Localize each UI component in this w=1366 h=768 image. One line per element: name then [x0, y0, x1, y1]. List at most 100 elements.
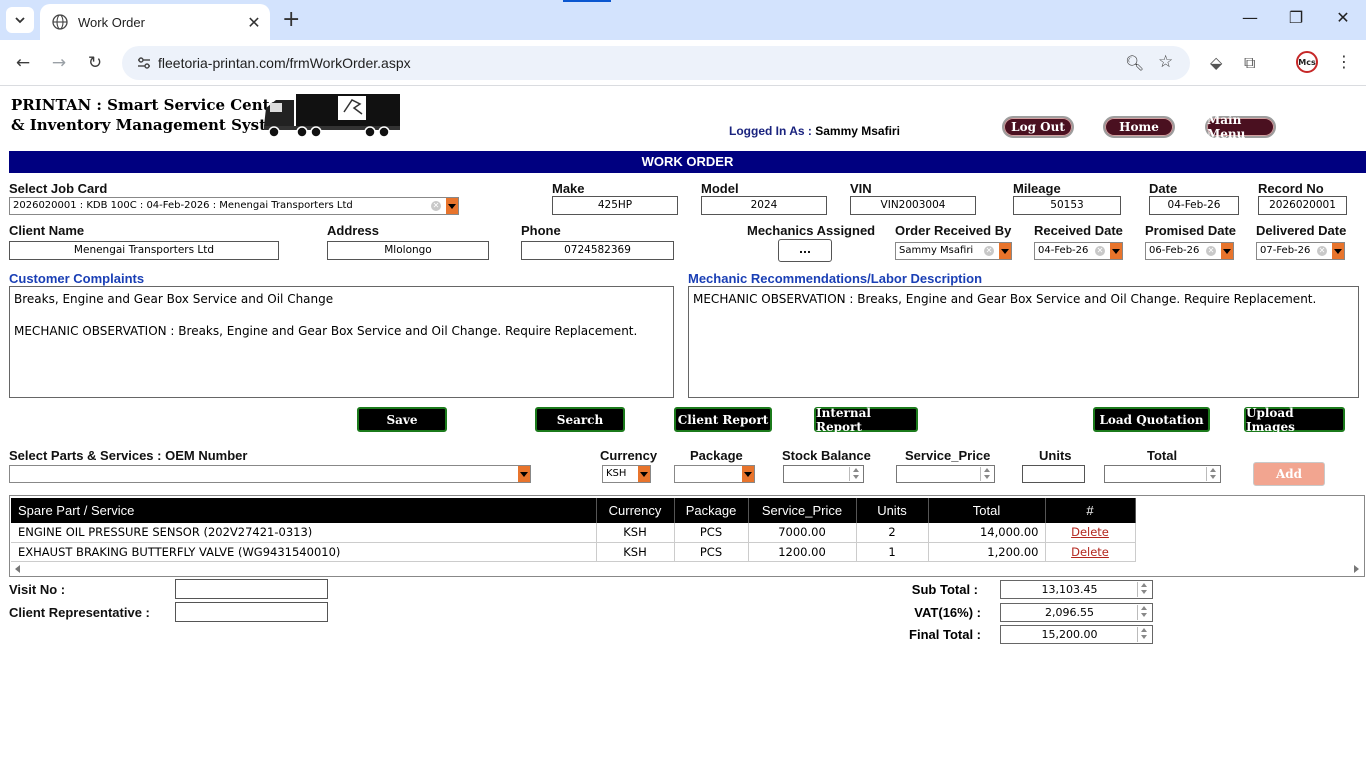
- clear-icon[interactable]: ✕: [1206, 246, 1216, 256]
- spinner-icon[interactable]: [1137, 605, 1151, 620]
- delete-link[interactable]: Delete: [1071, 545, 1109, 559]
- vin-label: VIN: [850, 181, 872, 196]
- restore-icon[interactable]: ❐: [1284, 8, 1308, 27]
- clear-icon[interactable]: ✕: [1317, 246, 1327, 256]
- client-report-button[interactable]: Client Report: [674, 407, 772, 432]
- close-window-icon[interactable]: ✕: [1331, 8, 1355, 27]
- visit-no-label: Visit No :: [9, 582, 66, 597]
- cell-package: PCS: [674, 523, 749, 543]
- received-date-select[interactable]: 04-Feb-26 ✕: [1034, 242, 1123, 260]
- package-label: Package: [690, 448, 743, 463]
- dropdown-arrow-icon[interactable]: [1221, 243, 1233, 259]
- main-menu-button[interactable]: Main Menu: [1205, 113, 1276, 141]
- final-total-value: 15,200.00: [1041, 628, 1098, 641]
- promised-date-value: 06-Feb-26: [1149, 245, 1200, 256]
- date-field[interactable]: 04-Feb-26: [1149, 196, 1239, 215]
- dropdown-arrow-icon[interactable]: [742, 466, 754, 482]
- delivered-date-select[interactable]: 07-Feb-26 ✕: [1256, 242, 1345, 260]
- service-price-input[interactable]: [896, 465, 995, 483]
- zoom-icon[interactable]: 🔍︎: [1125, 54, 1144, 72]
- dropdown-arrow-icon[interactable]: [446, 198, 458, 214]
- clear-icon[interactable]: ✕: [984, 246, 994, 256]
- save-button[interactable]: Save: [357, 407, 447, 432]
- spinner-icon[interactable]: [1137, 582, 1151, 597]
- order-received-by-select[interactable]: Sammy Msafiri ✕: [895, 242, 1012, 260]
- col-action: #: [1045, 498, 1136, 523]
- vat-field[interactable]: 2,096.55: [1000, 603, 1153, 622]
- table-row: EXHAUST BRAKING BUTTERFLY VALVE (WG94315…: [11, 542, 1136, 562]
- dropdown-arrow-icon[interactable]: [999, 243, 1011, 259]
- stock-balance-input[interactable]: [783, 465, 864, 483]
- extension-icon[interactable]: ⬙: [1210, 53, 1222, 72]
- mileage-field[interactable]: 50153: [1013, 196, 1121, 215]
- spinner-icon[interactable]: [849, 467, 862, 481]
- spinner-icon[interactable]: [980, 467, 993, 481]
- new-tab-button[interactable]: +: [282, 9, 300, 31]
- total-input[interactable]: [1104, 465, 1221, 483]
- mechanics-assigned-button[interactable]: ...: [778, 239, 832, 262]
- dropdown-arrow-icon[interactable]: [1110, 243, 1122, 259]
- parts-label: Select Parts & Services : OEM Number: [9, 448, 248, 463]
- browser-tab[interactable]: Work Order ✕: [40, 4, 270, 40]
- visit-no-input[interactable]: [175, 579, 328, 599]
- load-quotation-button[interactable]: Load Quotation: [1093, 407, 1210, 432]
- model-field[interactable]: 2024: [701, 196, 827, 215]
- package-select[interactable]: [674, 465, 755, 483]
- table-row: ENGINE OIL PRESSURE SENSOR (202V27421-03…: [11, 523, 1136, 543]
- client-name-label: Client Name: [9, 223, 85, 238]
- horizontal-scrollbar[interactable]: [11, 562, 1363, 576]
- close-tab-icon[interactable]: ✕: [246, 13, 262, 32]
- cell-action: Delete: [1045, 523, 1136, 543]
- final-total-label: Final Total :: [909, 627, 981, 642]
- currency-select[interactable]: KSH: [602, 465, 651, 483]
- customer-complaints-label: Customer Complaints: [9, 271, 145, 286]
- final-total-field[interactable]: 15,200.00: [1000, 625, 1153, 644]
- app-logo-text: PRINTAN : Smart Service Center & Invento…: [11, 95, 291, 135]
- forward-icon[interactable]: →: [48, 52, 70, 74]
- logout-button[interactable]: Log Out: [1002, 116, 1074, 138]
- dropdown-arrow-icon[interactable]: [1332, 243, 1344, 259]
- job-card-select[interactable]: 2026020001 : KDB 100C : 04-Feb-2026 : Me…: [9, 197, 459, 215]
- search-button[interactable]: Search: [535, 407, 625, 432]
- scroll-right-icon[interactable]: [1354, 565, 1359, 573]
- upload-images-button[interactable]: Upload Images: [1244, 406, 1345, 434]
- internal-report-button[interactable]: Internal Report: [814, 406, 918, 434]
- reload-icon[interactable]: ↻: [84, 52, 106, 74]
- dropdown-arrow-icon[interactable]: [518, 466, 530, 482]
- profile-avatar[interactable]: Mcs: [1296, 51, 1318, 73]
- site-settings-icon[interactable]: [136, 55, 152, 71]
- clear-icon[interactable]: ✕: [1095, 246, 1105, 256]
- col-total: Total: [928, 498, 1046, 523]
- back-icon[interactable]: ←: [12, 52, 34, 74]
- clear-icon[interactable]: ✕: [431, 201, 441, 211]
- scroll-left-icon[interactable]: [15, 565, 20, 573]
- tab-search-button[interactable]: [6, 7, 34, 33]
- vin-field[interactable]: VIN2003004: [850, 196, 976, 215]
- record-no-field[interactable]: 2026020001: [1258, 196, 1347, 215]
- phone-field[interactable]: 0724582369: [521, 241, 674, 260]
- spinner-icon[interactable]: [1206, 467, 1219, 481]
- puzzle-icon[interactable]: ⧉: [1244, 53, 1255, 73]
- address-bar[interactable]: fleetoria-printan.com/frmWorkOrder.aspx …: [122, 46, 1190, 80]
- home-button[interactable]: Home: [1103, 116, 1175, 138]
- make-field[interactable]: 425HP: [552, 196, 678, 215]
- bookmark-star-icon[interactable]: ☆: [1158, 52, 1173, 72]
- more-options-icon[interactable]: ⋮: [1336, 52, 1352, 71]
- delete-link[interactable]: Delete: [1071, 525, 1109, 539]
- dropdown-arrow-icon[interactable]: [638, 466, 650, 482]
- mechanic-recommendations-textarea[interactable]: MECHANIC OBSERVATION : Breaks, Engine an…: [688, 286, 1359, 398]
- subtotal-field[interactable]: 13,103.45: [1000, 580, 1153, 599]
- cell-total: 1,200.00: [928, 542, 1046, 562]
- cell-units: 1: [856, 542, 929, 562]
- address-field[interactable]: Mlolongo: [327, 241, 489, 260]
- client-representative-input[interactable]: [175, 602, 328, 622]
- cell-package: PCS: [674, 542, 749, 562]
- parts-select[interactable]: [9, 465, 531, 483]
- client-name-field[interactable]: Menengai Transporters Ltd: [9, 241, 279, 260]
- add-button[interactable]: Add: [1253, 462, 1325, 486]
- units-input[interactable]: [1022, 465, 1085, 483]
- customer-complaints-textarea[interactable]: Breaks, Engine and Gear Box Service and …: [9, 286, 674, 398]
- spinner-icon[interactable]: [1137, 627, 1151, 642]
- promised-date-select[interactable]: 06-Feb-26 ✕: [1145, 242, 1234, 260]
- minimize-icon[interactable]: —: [1238, 8, 1262, 27]
